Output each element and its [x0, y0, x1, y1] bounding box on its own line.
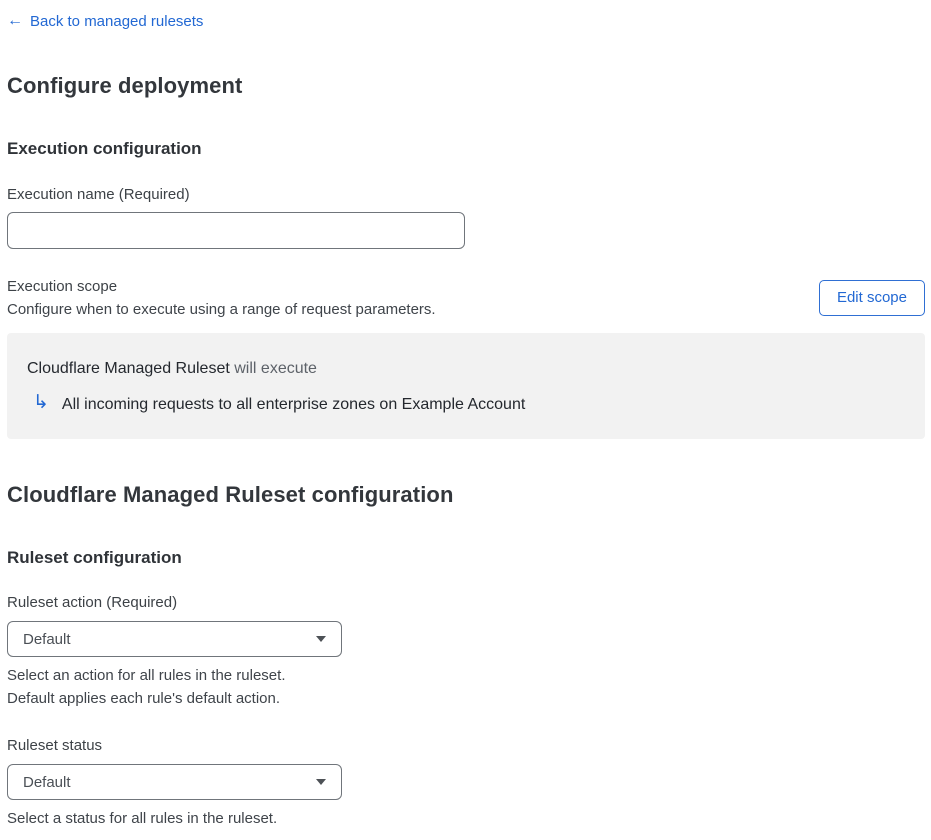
scope-ruleset-name: Cloudflare Managed Ruleset [27, 360, 230, 377]
ruleset-configuration-title: Cloudflare Managed Ruleset configuration [7, 482, 454, 507]
branch-arrow-icon: ↳ [33, 392, 49, 413]
execution-scope-label: Execution scope [7, 278, 118, 295]
chevron-down-icon [316, 779, 326, 785]
back-arrow-icon: ← [7, 12, 23, 29]
ruleset-status-select[interactable]: Default [7, 764, 342, 800]
execution-scope-row: Execution scope Configure when to execut… [7, 275, 925, 321]
ruleset-status-value: Default [23, 773, 71, 791]
execution-configuration-heading: Execution configuration [7, 139, 202, 158]
execution-name-input[interactable] [7, 212, 465, 249]
edit-scope-button[interactable]: Edit scope [818, 280, 925, 316]
back-link[interactable]: ← Back to managed rulesets [7, 13, 203, 30]
ruleset-status-label: Ruleset status [7, 737, 103, 754]
ruleset-status-help-line-1: Select a status for all rules in the rul… [7, 810, 278, 827]
back-link-label: Back to managed rulesets [30, 12, 204, 30]
ruleset-action-label: Ruleset action (Required) [7, 594, 178, 611]
ruleset-status-help: Select a status for all rules in the rul… [7, 807, 925, 830]
ruleset-action-select[interactable]: Default [7, 621, 342, 657]
scope-action-text: will execute [234, 360, 317, 377]
page-title: Configure deployment [7, 73, 243, 98]
scope-summary-detail-row: ↳ All incoming requests to all enterpris… [27, 392, 905, 414]
ruleset-action-help: Select an action for all rules in the ru… [7, 664, 925, 710]
chevron-down-icon [316, 636, 326, 642]
configure-deployment-page: ← Back to managed rulesets Configure dep… [0, 0, 931, 840]
ruleset-action-value: Default [23, 630, 71, 648]
scope-summary-detail: All incoming requests to all enterprise … [61, 395, 526, 413]
ruleset-action-help-line-1: Select an action for all rules in the ru… [7, 667, 286, 684]
ruleset-action-help-line-2: Default applies each rule's default acti… [7, 690, 281, 707]
execution-scope-description: Configure when to execute using a range … [7, 301, 436, 318]
execution-scope-text: Execution scope Configure when to execut… [7, 275, 436, 321]
execution-name-label: Execution name (Required) [7, 186, 190, 203]
scope-summary-box: Cloudflare Managed Ruleset will execute … [7, 333, 925, 439]
scope-summary-headline: Cloudflare Managed Ruleset will execute [27, 360, 905, 378]
ruleset-configuration-heading: Ruleset configuration [7, 548, 182, 567]
